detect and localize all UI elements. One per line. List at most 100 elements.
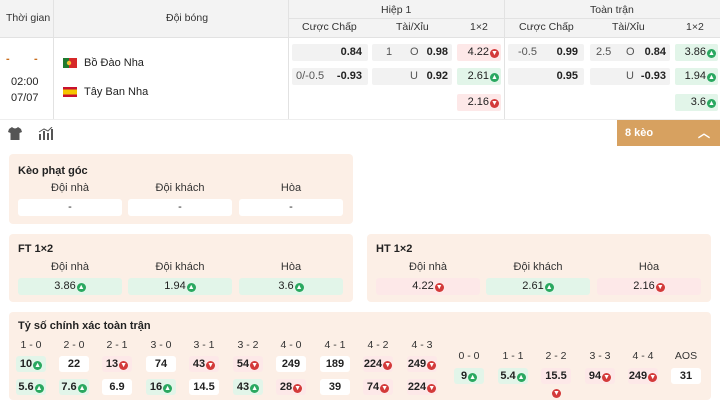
- score-odd[interactable]: 9 ▲: [454, 368, 484, 384]
- score-odd[interactable]: 224 ▼: [407, 379, 437, 395]
- odd-value: 16: [149, 381, 163, 393]
- ht-draw-label: Hòa: [638, 261, 660, 273]
- home-team-name[interactable]: Bồ Đào Nha: [84, 57, 144, 69]
- ht-draw-odd[interactable]: 2.16 ▼: [597, 278, 701, 295]
- score-odd[interactable]: 39: [320, 379, 350, 395]
- h1-handicap-away[interactable]: 0/-0.5 -0.93: [292, 68, 368, 85]
- score-label: 4 - 1: [324, 339, 346, 351]
- score-odd[interactable]: 15.5 ▼: [541, 368, 571, 398]
- odd-value: 13: [105, 358, 119, 370]
- ht-away-label: Đội khách: [513, 261, 563, 273]
- up-arrow-icon: ▲: [163, 384, 173, 393]
- ft-away-odd[interactable]: 1.94 ▲: [128, 278, 232, 295]
- score-odd[interactable]: 5.6 ▲: [16, 379, 46, 395]
- score-label: 0 - 0: [458, 350, 480, 362]
- ht-away-odd[interactable]: 2.61 ▲: [486, 278, 590, 295]
- h1-1x2-away[interactable]: 2.61 ▲: [457, 68, 501, 85]
- score-odd[interactable]: 13 ▼: [102, 356, 132, 372]
- score-odd[interactable]: 189: [320, 356, 350, 372]
- odd-value: 0.95: [556, 70, 578, 82]
- up-arrow-icon: ▲: [516, 373, 526, 382]
- ou-line: 2.5: [596, 46, 612, 58]
- ht-home-odd[interactable]: 4.22 ▼: [376, 278, 480, 295]
- down-arrow-icon: ▼: [380, 384, 390, 393]
- down-arrow-icon: ▼: [434, 283, 444, 292]
- score-odd[interactable]: 10 ▲: [16, 356, 46, 372]
- score-label: 3 - 0: [150, 339, 172, 351]
- down-arrow-icon: ▼: [490, 49, 499, 58]
- odd-value: 54: [236, 358, 250, 370]
- header-ft-handicap: Cược Chấp: [519, 21, 574, 33]
- h1-1x2-draw[interactable]: 2.16 ▼: [457, 94, 501, 111]
- score-odd[interactable]: 16 ▲: [146, 379, 176, 395]
- odd-value: -0.93: [640, 70, 666, 82]
- down-arrow-icon: ▼: [427, 384, 437, 393]
- score-odd[interactable]: 74: [146, 356, 176, 372]
- more-markets-button[interactable]: 8 kèo ︿: [617, 120, 720, 146]
- match-toolbar: [0, 119, 720, 147]
- score-odd[interactable]: 94 ▼: [585, 368, 615, 384]
- ft-away-label: Đội khách: [155, 261, 205, 273]
- away-team-name[interactable]: Tây Ban Nha: [84, 86, 148, 98]
- more-markets-label: 8 kèo: [625, 127, 654, 139]
- ft-over[interactable]: 2.5 O 0.84: [590, 44, 670, 61]
- ft-1x2-home[interactable]: 3.86 ▲: [675, 44, 718, 61]
- ft-draw-odd[interactable]: 3.6 ▲: [239, 278, 343, 295]
- h1-over[interactable]: 1 O 0.98: [372, 44, 452, 61]
- score-odd[interactable]: 224 ▼: [363, 356, 393, 372]
- live-dash: -: [6, 53, 10, 65]
- odd-value: 3.6: [690, 96, 706, 108]
- score-odd[interactable]: 22: [59, 356, 89, 372]
- score-odd[interactable]: 6.9: [102, 379, 132, 395]
- score-odd[interactable]: 43 ▼: [189, 356, 219, 372]
- ft-handicap-away[interactable]: 0.95: [508, 68, 584, 85]
- odd-value: 224: [407, 381, 427, 393]
- odd-value: 2.16: [467, 96, 489, 108]
- up-arrow-icon: ▲: [707, 49, 716, 58]
- h1-under[interactable]: U 0.92: [372, 68, 452, 85]
- score-odd[interactable]: 74 ▼: [363, 379, 393, 395]
- score-odd[interactable]: 31: [671, 368, 701, 384]
- score-label: 4 - 0: [280, 339, 302, 351]
- corner-away-odd[interactable]: -: [128, 199, 232, 216]
- ft-under[interactable]: U -0.93: [590, 68, 670, 85]
- live-dash: -: [34, 53, 38, 65]
- score-odd[interactable]: 5.4 ▲: [498, 368, 528, 384]
- over-marker: O: [410, 46, 419, 58]
- odd-value: 1.94: [684, 70, 706, 82]
- h1-1x2-home[interactable]: 4.22 ▼: [457, 44, 501, 61]
- up-arrow-icon: ▲: [186, 283, 196, 292]
- up-arrow-icon: ▲: [250, 384, 260, 393]
- score-odd[interactable]: 54 ▼: [233, 356, 263, 372]
- corner-home-odd[interactable]: -: [18, 199, 122, 216]
- score-label: 3 - 3: [589, 350, 611, 362]
- score-label: 2 - 2: [545, 350, 567, 362]
- odd-value: 0.98: [426, 46, 448, 58]
- score-odd[interactable]: 43 ▲: [233, 379, 263, 395]
- odd-value: 249: [407, 358, 427, 370]
- odd-value: 15.5: [545, 370, 567, 382]
- ft-handicap-home[interactable]: -0.5 0.99: [508, 44, 584, 61]
- header-ft-overunder: Tài/Xỉu: [612, 21, 645, 33]
- score-label: 4 - 3: [411, 339, 433, 351]
- score-odd[interactable]: 249 ▼: [628, 368, 658, 384]
- header-team: Đội bóng: [166, 12, 209, 24]
- score-odd[interactable]: 14.5: [189, 379, 219, 395]
- bar-chart-icon[interactable]: [38, 127, 53, 140]
- header-time: Thời gian: [6, 12, 51, 24]
- odd-value: 7.6: [61, 381, 77, 393]
- ft-1x2-draw[interactable]: 3.6 ▲: [675, 94, 718, 111]
- odd-value: 31: [679, 370, 693, 382]
- score-odd[interactable]: 249: [276, 356, 306, 372]
- shirt-icon[interactable]: [8, 127, 22, 140]
- down-arrow-icon: ▼: [427, 361, 437, 370]
- score-odd[interactable]: 28 ▼: [276, 379, 306, 395]
- corner-draw-odd[interactable]: -: [239, 199, 343, 216]
- ft-1x2-away[interactable]: 1.94 ▲: [675, 68, 718, 85]
- score-odd[interactable]: 7.6 ▲: [59, 379, 89, 395]
- h1-handicap-home[interactable]: 0.84: [292, 44, 368, 61]
- odd-value: 249: [281, 358, 301, 370]
- score-odd[interactable]: 249 ▼: [407, 356, 437, 372]
- match-date: 07/07: [11, 92, 39, 104]
- ft-home-odd[interactable]: 3.86 ▲: [18, 278, 122, 295]
